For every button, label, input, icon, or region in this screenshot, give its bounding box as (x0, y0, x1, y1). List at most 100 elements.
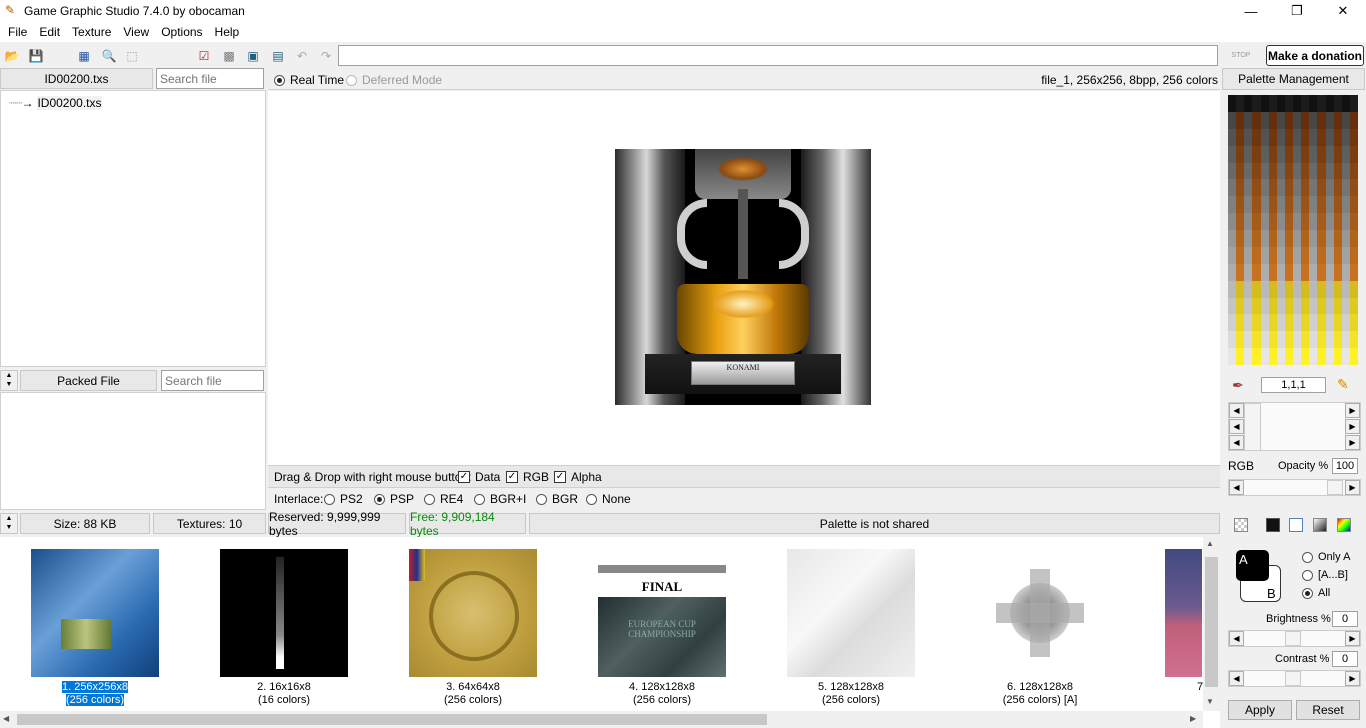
palette-swatch[interactable] (1325, 111, 1334, 129)
palette-swatch[interactable] (1260, 297, 1269, 315)
palette-swatch[interactable] (1244, 297, 1253, 315)
palette-swatch[interactable] (1325, 95, 1334, 112)
palette-swatch[interactable] (1341, 297, 1350, 315)
palette-swatch[interactable] (1228, 246, 1237, 264)
palette-swatch[interactable] (1244, 314, 1253, 332)
palette-swatch[interactable] (1276, 331, 1285, 349)
palette-swatch[interactable] (1317, 145, 1326, 163)
palette-swatch[interactable] (1349, 196, 1358, 214)
palette-swatch[interactable] (1268, 297, 1277, 315)
palette-swatch[interactable] (1349, 111, 1358, 129)
opacity-right-arrow[interactable]: ▶ (1345, 480, 1360, 495)
palette-swatch[interactable] (1317, 331, 1326, 349)
palette-swatch[interactable] (1252, 230, 1261, 247)
white-bg-icon[interactable] (1289, 518, 1303, 532)
palette-swatch[interactable] (1276, 111, 1285, 129)
palette-swatch[interactable] (1309, 196, 1318, 214)
palette-swatch[interactable] (1309, 331, 1318, 349)
palette-swatch[interactable] (1293, 95, 1302, 112)
palette-swatch[interactable] (1260, 128, 1269, 146)
interlace-bgr-radio[interactable]: BGR (536, 492, 578, 506)
palette-swatch[interactable] (1333, 111, 1342, 129)
palette-swatch[interactable] (1301, 230, 1310, 247)
brightness-slider-thumb[interactable] (1285, 631, 1301, 646)
zoom-search-icon[interactable]: 🔍 (101, 48, 117, 64)
preview-canvas[interactable]: KONAMI (268, 91, 1220, 465)
stop-button[interactable]: STOP (1226, 49, 1256, 63)
palette-swatch[interactable] (1244, 280, 1253, 298)
fit-frame-icon[interactable]: ⬚ (124, 48, 140, 64)
palette-swatch[interactable] (1268, 179, 1277, 197)
palette-swatch[interactable] (1284, 213, 1293, 230)
palette-swatch[interactable] (1284, 95, 1293, 112)
palette-swatch[interactable] (1228, 111, 1237, 129)
palette-swatch[interactable] (1260, 196, 1269, 214)
palette-swatch[interactable] (1333, 162, 1342, 180)
palette-swatch[interactable] (1276, 348, 1285, 365)
palette-swatch[interactable] (1309, 162, 1318, 180)
dd-data-checkbox[interactable]: ✓ Data (458, 470, 500, 484)
hscroll-thumb[interactable] (17, 714, 767, 725)
checklist-icon[interactable]: ☑ (196, 48, 212, 64)
brightness-left-arrow[interactable]: ◀ (1229, 631, 1244, 646)
palette-swatch[interactable] (1252, 331, 1261, 349)
palette-swatch[interactable] (1268, 230, 1277, 247)
palette-swatch[interactable] (1349, 179, 1358, 197)
range-ab-radio[interactable]: [A...B] (1302, 569, 1348, 581)
palette-swatch[interactable] (1317, 280, 1326, 298)
brightness-right-arrow[interactable]: ▶ (1345, 631, 1360, 646)
palette-swatch[interactable] (1341, 196, 1350, 214)
palette-swatch[interactable] (1317, 348, 1326, 365)
palette-swatch[interactable] (1317, 196, 1326, 214)
palette-swatch[interactable] (1349, 128, 1358, 146)
palette-swatch[interactable] (1276, 280, 1285, 298)
deferred-radio[interactable]: Deferred Mode (346, 73, 442, 87)
palette-swatch[interactable] (1236, 162, 1245, 180)
palette-swatch[interactable] (1309, 145, 1318, 163)
rgb-sliders[interactable]: ◀ ▶ ◀ ▶ ◀ ▶ (1228, 402, 1361, 451)
green-right-arrow[interactable]: ▶ (1345, 419, 1360, 434)
palette-swatch[interactable] (1276, 179, 1285, 197)
close-button[interactable]: ✕ (1320, 0, 1366, 22)
palette-swatch[interactable] (1317, 246, 1326, 264)
palette-swatch[interactable] (1276, 196, 1285, 214)
palette-swatch[interactable] (1284, 348, 1293, 365)
palette-swatch[interactable] (1268, 95, 1277, 112)
donate-button[interactable]: Make a donation (1266, 45, 1364, 66)
palette-swatch[interactable] (1293, 145, 1302, 163)
palette-swatch[interactable] (1317, 213, 1326, 230)
palette-swatch[interactable] (1317, 128, 1326, 146)
contrast-field[interactable]: 0 (1332, 651, 1358, 667)
palette-swatch[interactable] (1349, 263, 1358, 281)
palette-swatch[interactable] (1284, 297, 1293, 315)
palette-swatch[interactable] (1284, 111, 1293, 129)
thumbnail-7[interactable] (1165, 549, 1202, 677)
palette-swatch[interactable] (1252, 145, 1261, 163)
palette-swatch[interactable] (1325, 213, 1334, 230)
palette-swatch[interactable] (1236, 128, 1245, 146)
undo-icon[interactable]: ↶ (294, 48, 310, 64)
palette-swatch[interactable] (1228, 95, 1237, 112)
red-right-arrow[interactable]: ▶ (1345, 403, 1360, 418)
palette-swatch[interactable] (1293, 314, 1302, 332)
palette-swatch[interactable] (1276, 263, 1285, 281)
palette-swatch[interactable] (1236, 280, 1245, 298)
reset-button[interactable]: Reset (1296, 700, 1360, 720)
palette-swatch[interactable] (1333, 128, 1342, 146)
palette-swatch[interactable] (1333, 246, 1342, 264)
palette-swatch[interactable] (1244, 213, 1253, 230)
palette-swatch[interactable] (1293, 246, 1302, 264)
palette-swatch[interactable] (1236, 331, 1245, 349)
palette-swatch[interactable] (1276, 162, 1285, 180)
palette-swatch[interactable] (1276, 297, 1285, 315)
menu-texture[interactable]: Texture (66, 22, 117, 39)
palette-swatch[interactable] (1276, 128, 1285, 146)
palette-swatch[interactable] (1341, 128, 1350, 146)
palette-swatch[interactable] (1260, 280, 1269, 298)
palette-swatch[interactable] (1244, 179, 1253, 197)
palette-swatch[interactable] (1317, 95, 1326, 112)
palette-swatch[interactable] (1341, 162, 1350, 180)
palette-swatch[interactable] (1293, 196, 1302, 214)
palette-swatch[interactable] (1228, 331, 1237, 349)
transparency-icon[interactable]: ▩ (221, 48, 237, 64)
